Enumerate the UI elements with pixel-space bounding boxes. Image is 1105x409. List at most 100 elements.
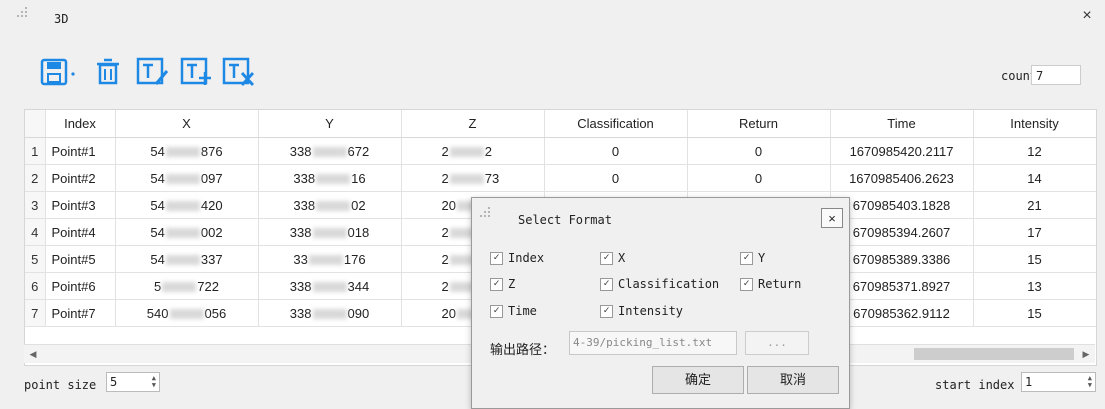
cell-y[interactable]: 33 176: [258, 245, 402, 273]
cell-time[interactable]: 670985394.2607: [830, 218, 974, 246]
cell-x[interactable]: 5 722: [115, 272, 259, 300]
cell-x[interactable]: 54 876: [115, 137, 259, 165]
cell-time[interactable]: 1670985406.2623: [830, 164, 974, 192]
checkbox-intensity[interactable]: ✓ Intensity: [600, 304, 683, 320]
checkbox-x[interactable]: ✓ X: [600, 251, 625, 267]
column-header-classification[interactable]: Classification: [544, 110, 688, 138]
cell-intensity[interactable]: 17: [973, 218, 1096, 246]
cell-y[interactable]: 338 02: [258, 191, 402, 219]
column-header-return[interactable]: Return: [687, 110, 831, 138]
table-row[interactable]: 2 Point#2 54 097 338 16 2 73 0 0 1670985406.2623 14: [25, 164, 1096, 192]
cell-value-part: 097: [200, 170, 223, 186]
cell-time[interactable]: 670985403.1828: [830, 191, 974, 219]
cell-x[interactable]: 54 420: [115, 191, 259, 219]
table-row[interactable]: 1 Point#1 54 876 338 672 2 2 0 0 1670985420.2117 12: [25, 137, 1096, 165]
cell-index[interactable]: Point#6: [45, 272, 116, 300]
row-number[interactable]: 2: [25, 164, 46, 192]
cell-intensity[interactable]: 21: [973, 191, 1096, 219]
cell-value-part: 54: [150, 251, 165, 267]
row-number[interactable]: 5: [25, 245, 46, 273]
cell-classification[interactable]: 0: [544, 137, 688, 165]
row-number[interactable]: 4: [25, 218, 46, 246]
cell-time[interactable]: 1670985420.2117: [830, 137, 974, 165]
cell-x[interactable]: 540 056: [115, 299, 259, 327]
cell-value-part: 5: [154, 278, 162, 294]
window-grip-icon[interactable]: [17, 6, 29, 18]
dialog-grip-icon[interactable]: [480, 206, 492, 221]
browse-button[interactable]: ...: [745, 331, 809, 355]
delete-button[interactable]: [94, 56, 122, 88]
row-number[interactable]: 7: [25, 299, 46, 327]
cell-y[interactable]: 338 018: [258, 218, 402, 246]
spin-arrows-icon[interactable]: ▲ ▼: [152, 375, 156, 389]
row-number[interactable]: 1: [25, 137, 46, 165]
output-path-field[interactable]: 4-39/picking_list.txt: [569, 331, 737, 355]
cell-index[interactable]: Point#4: [45, 218, 116, 246]
close-dialog-button[interactable]: ×: [821, 208, 843, 228]
cell-intensity[interactable]: 14: [973, 164, 1096, 192]
cell-x[interactable]: 54 337: [115, 245, 259, 273]
cell-x[interactable]: 54 097: [115, 164, 259, 192]
cell-value-part: 2: [441, 143, 449, 159]
cell-x[interactable]: 54 002: [115, 218, 259, 246]
edit-text-button[interactable]: [136, 56, 170, 88]
cell-z[interactable]: 22: [401, 137, 545, 165]
spin-arrows-icon[interactable]: ▲ ▼: [1088, 375, 1092, 389]
cell-return[interactable]: 0: [687, 164, 831, 192]
checkbox-return[interactable]: ✓ Return: [740, 277, 801, 293]
cell-intensity[interactable]: 12: [973, 137, 1096, 165]
cell-index[interactable]: Point#3: [45, 191, 116, 219]
column-header-z[interactable]: Z: [401, 110, 545, 138]
redacted-value: [165, 201, 200, 212]
column-header-x[interactable]: X: [115, 110, 259, 138]
cell-intensity[interactable]: 15: [973, 299, 1096, 327]
cell-value-part: 02: [351, 197, 366, 213]
cell-value-part: 344: [347, 278, 370, 294]
checkbox-classification[interactable]: ✓ Classification: [600, 277, 719, 293]
cell-time[interactable]: 670985362.9112: [830, 299, 974, 327]
scroll-thumb[interactable]: [914, 348, 1074, 360]
cell-intensity[interactable]: 13: [973, 272, 1096, 300]
checkbox-time[interactable]: ✓ Time: [490, 304, 537, 320]
save-button[interactable]: [40, 56, 86, 88]
row-number[interactable]: 6: [25, 272, 46, 300]
cell-y[interactable]: 338 090: [258, 299, 402, 327]
count-field[interactable]: 7: [1031, 65, 1081, 85]
cell-index[interactable]: Point#7: [45, 299, 116, 327]
remove-text-icon: [222, 57, 255, 86]
cell-index[interactable]: Point#1: [45, 137, 116, 165]
scroll-right-icon[interactable]: ▶: [1077, 345, 1095, 363]
start-index-spinbox[interactable]: 1 ▲ ▼: [1021, 372, 1096, 392]
cell-y[interactable]: 338 16: [258, 164, 402, 192]
cell-z[interactable]: 2 73: [401, 164, 545, 192]
cell-value-part: 16: [351, 170, 366, 186]
column-header-time[interactable]: Time: [830, 110, 974, 138]
insert-text-button[interactable]: [180, 56, 214, 88]
column-header-y[interactable]: Y: [258, 110, 402, 138]
cell-classification[interactable]: 0: [544, 164, 688, 192]
point-size-spinbox[interactable]: 5 ▲ ▼: [106, 372, 160, 392]
cell-intensity[interactable]: 15: [973, 245, 1096, 273]
cancel-button[interactable]: 取消: [747, 366, 839, 394]
column-header-index[interactable]: Index: [45, 110, 116, 138]
cell-y[interactable]: 338 672: [258, 137, 402, 165]
save-icon: [40, 58, 75, 86]
cell-return[interactable]: 0: [687, 137, 831, 165]
table-corner-cell[interactable]: [25, 110, 46, 138]
cell-index[interactable]: Point#2: [45, 164, 116, 192]
cell-index[interactable]: Point#5: [45, 245, 116, 273]
scroll-left-icon[interactable]: ◀: [24, 345, 42, 363]
close-window-icon[interactable]: ×: [1077, 6, 1097, 26]
checkbox-y[interactable]: ✓ Y: [740, 251, 765, 267]
ok-button[interactable]: 确定: [652, 366, 744, 394]
cell-value-part: 54: [150, 143, 165, 159]
redacted-value: [162, 282, 197, 293]
row-number[interactable]: 3: [25, 191, 46, 219]
remove-text-button[interactable]: [222, 56, 256, 88]
cell-y[interactable]: 338 344: [258, 272, 402, 300]
checkbox-index[interactable]: ✓ Index: [490, 251, 544, 267]
cell-time[interactable]: 670985389.3386: [830, 245, 974, 273]
checkbox-z[interactable]: ✓ Z: [490, 277, 515, 293]
column-header-intensity[interactable]: Intensity: [973, 110, 1096, 138]
cell-time[interactable]: 670985371.8927: [830, 272, 974, 300]
